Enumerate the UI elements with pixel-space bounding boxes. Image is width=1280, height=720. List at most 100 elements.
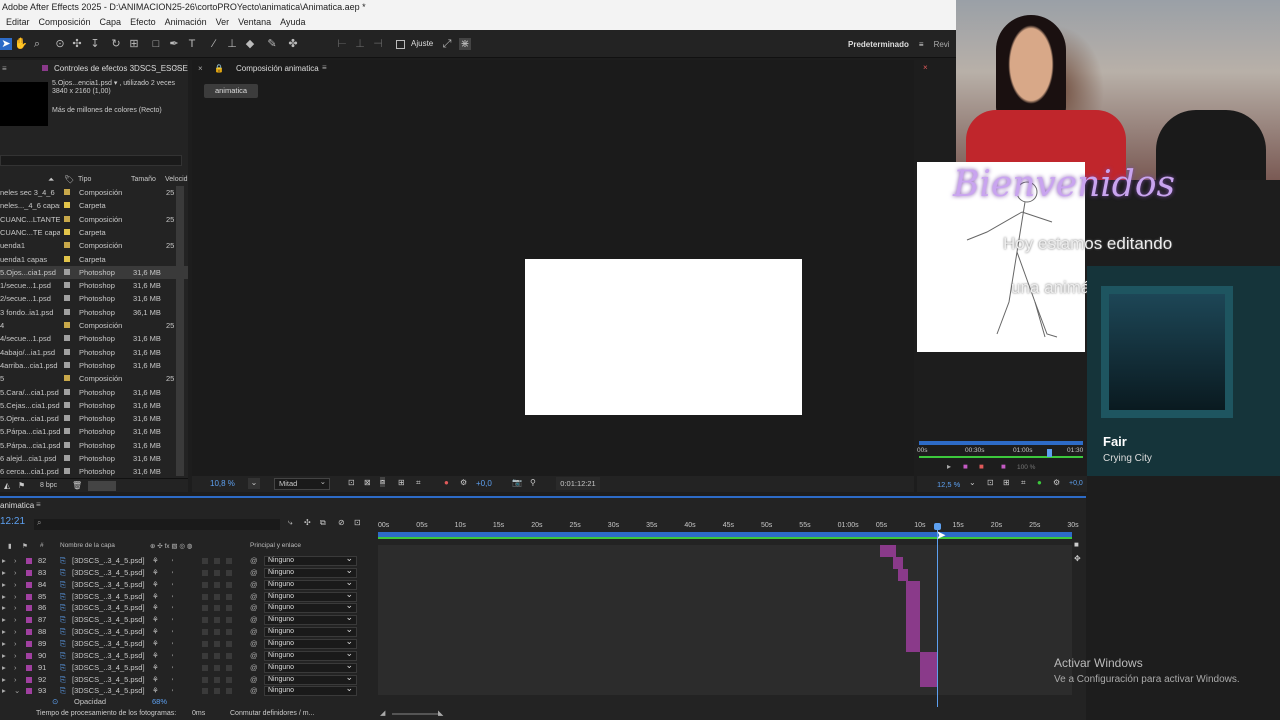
- draft3d-icon[interactable]: ✣: [304, 518, 311, 527]
- visibility-icon[interactable]: ▸: [2, 567, 6, 579]
- layer-row[interactable]: ▸ › 83 ⎘ [3DSCS_..3_4_5.psd] ⚘ ∕ @ Ninguno: [0, 566, 375, 579]
- layer-name[interactable]: [3DSCS_..3_4_5.psd]: [72, 591, 148, 603]
- mask-toggle-icon[interactable]: ⧈: [380, 477, 386, 487]
- project-search-input[interactable]: [0, 155, 182, 166]
- layer-duration-bar[interactable]: [906, 639, 920, 652]
- label-swatch[interactable]: [64, 428, 70, 435]
- preview-work-area-bar[interactable]: [919, 441, 1083, 445]
- menu-ventana[interactable]: Ventana: [238, 17, 271, 30]
- frame-blend-icon[interactable]: ⊘: [338, 518, 345, 527]
- layer-row[interactable]: ▸ › 82 ⎘ [3DSCS_..3_4_5.psd] ⚘ ∕ @ Ninguno: [0, 554, 375, 567]
- switch-box[interactable]: [202, 558, 208, 564]
- switch-box[interactable]: [226, 593, 232, 600]
- collapse-icon[interactable]: ⚘: [152, 685, 159, 697]
- switch-box[interactable]: [202, 676, 208, 683]
- layer-label-swatch[interactable]: [26, 688, 32, 695]
- exposure-value[interactable]: +0,0: [476, 479, 492, 488]
- align-icon[interactable]: ⊢: [336, 38, 348, 50]
- project-item[interactable]: neles sec 3_4_6 Composición 25: [0, 186, 188, 199]
- guides-icon[interactable]: ⊞: [398, 478, 405, 487]
- pickwhip-icon[interactable]: @: [250, 591, 258, 603]
- label-swatch[interactable]: [64, 295, 70, 302]
- zoom-dropdown-icon[interactable]: ⌄: [248, 478, 260, 489]
- footer-slider[interactable]: [88, 481, 116, 491]
- collapse-icon[interactable]: ⚘: [152, 602, 159, 614]
- switch-box[interactable]: [214, 688, 220, 695]
- zoom-out-icon[interactable]: ◢: [380, 708, 385, 720]
- parent-select[interactable]: Ninguno: [264, 673, 357, 685]
- menu-capa[interactable]: Capa: [100, 17, 122, 30]
- project-item[interactable]: 1/secue...1.psd Photoshop 31,6 MB: [0, 279, 188, 292]
- expand-icon[interactable]: ›: [14, 614, 17, 626]
- hand-tool-icon[interactable]: ✋: [14, 38, 28, 50]
- pickwhip-icon[interactable]: @: [250, 579, 258, 591]
- label-swatch[interactable]: [64, 468, 70, 475]
- preview-marker-icon[interactable]: ■: [963, 462, 968, 471]
- layer-name[interactable]: [3DSCS_..3_4_5.psd]: [72, 555, 148, 567]
- layer-row[interactable]: ▸ › 90 ⎘ [3DSCS_..3_4_5.psd] ⚘ ∕ @ Ninguno: [0, 649, 375, 662]
- layer-name[interactable]: [3DSCS_..3_4_5.psd]: [72, 602, 148, 614]
- label-swatch[interactable]: [64, 322, 70, 328]
- parent-select[interactable]: Ninguno: [264, 684, 357, 697]
- collapse-icon[interactable]: ⚘: [152, 591, 159, 603]
- menu-efecto[interactable]: Efecto: [130, 17, 156, 30]
- orbit-tool-icon[interactable]: ⊙: [54, 38, 66, 50]
- switch-box[interactable]: [214, 640, 220, 647]
- preview-region-icon[interactable]: ⊡: [987, 478, 994, 487]
- layer-duration-bar[interactable]: [920, 651, 938, 664]
- layer-name[interactable]: [3DSCS_..3_4_5.psd]: [72, 662, 148, 674]
- quality-icon[interactable]: ∕: [172, 638, 173, 650]
- roto-brush-tool-icon[interactable]: ✎: [266, 38, 278, 50]
- switch-box[interactable]: [202, 617, 208, 624]
- hide-shy-icon[interactable]: ⧉: [320, 518, 326, 528]
- pen-tool-icon[interactable]: ✒: [168, 38, 180, 50]
- quality-icon[interactable]: ∕: [172, 555, 173, 567]
- switch-box[interactable]: [214, 676, 220, 683]
- layer-row[interactable]: ▸ › 87 ⎘ [3DSCS_..3_4_5.psd] ⚘ ∕ @ Ninguno: [0, 613, 375, 626]
- layer-row[interactable]: ▸ ⌄ 93 ⎘ [3DSCS_..3_4_5.psd] ⚘ ∕ @ Ninguno: [0, 684, 375, 697]
- snap-grid-icon[interactable]: ⋇: [459, 38, 471, 50]
- layer-name[interactable]: [3DSCS_..3_4_5.psd]: [72, 638, 148, 650]
- sort-up-icon[interactable]: ⏶: [48, 175, 54, 185]
- layer-duration-bar[interactable]: [906, 592, 920, 605]
- switch-box[interactable]: [226, 558, 232, 564]
- menu-animacion[interactable]: Animación: [165, 17, 207, 30]
- preview-view-icon[interactable]: ⌗: [1021, 478, 1026, 488]
- preview-zoom[interactable]: 12,5 %: [937, 480, 960, 489]
- motion-blur-icon[interactable]: ⊡: [354, 518, 361, 527]
- workspace-predeterminado[interactable]: Predeterminado: [848, 40, 909, 49]
- pickwhip-icon[interactable]: @: [250, 555, 258, 567]
- project-item[interactable]: 2/secue...1.psd Photoshop 31,6 MB: [0, 292, 188, 305]
- preview-grid-icon[interactable]: ⊞: [1003, 478, 1010, 487]
- menu-editar[interactable]: Editar: [6, 17, 30, 30]
- transparency-grid-icon[interactable]: ⊠: [364, 478, 371, 487]
- layer-duration-bar[interactable]: [906, 580, 920, 593]
- selection-tool-icon[interactable]: ➤: [0, 38, 12, 50]
- layer-label-swatch[interactable]: [26, 581, 32, 588]
- parent-select[interactable]: Ninguno: [264, 590, 357, 602]
- preview-play-icon[interactable]: ▸: [947, 462, 951, 471]
- layer-duration-bar[interactable]: [880, 545, 896, 557]
- parent-select[interactable]: Ninguno: [264, 601, 357, 614]
- parent-select[interactable]: Ninguno: [264, 649, 357, 661]
- parent-select[interactable]: Ninguno: [264, 661, 357, 673]
- puppet-tool-icon[interactable]: ✤: [287, 38, 299, 50]
- project-item[interactable]: 5.Ojera...cia1.psd Photoshop 31,6 MB: [0, 412, 188, 425]
- clone-stamp-tool-icon[interactable]: ⊥: [226, 38, 238, 50]
- move-tool-icon[interactable]: ✣: [71, 38, 83, 50]
- layer-duration-bar[interactable]: [906, 627, 920, 640]
- switch-box[interactable]: [226, 605, 232, 612]
- col-layer-name[interactable]: Nombre de la capa: [60, 542, 115, 549]
- align-right-icon[interactable]: ⊣: [372, 38, 384, 50]
- project-item[interactable]: uenda1 capas Carpeta: [0, 253, 188, 266]
- layer-label-swatch[interactable]: [26, 676, 32, 683]
- parent-select[interactable]: Ninguno: [264, 566, 357, 578]
- layer-track-area[interactable]: [378, 545, 1072, 695]
- label-swatch[interactable]: [64, 308, 70, 315]
- show-snapshot-icon[interactable]: ⚲: [530, 478, 536, 487]
- label-swatch[interactable]: [64, 228, 70, 235]
- project-item[interactable]: 4arriba...cia1.psd Photoshop 31,6 MB: [0, 359, 188, 372]
- switch-box[interactable]: [226, 676, 232, 683]
- switch-box[interactable]: [202, 664, 208, 671]
- tab-composition[interactable]: Composición animatica: [236, 64, 319, 73]
